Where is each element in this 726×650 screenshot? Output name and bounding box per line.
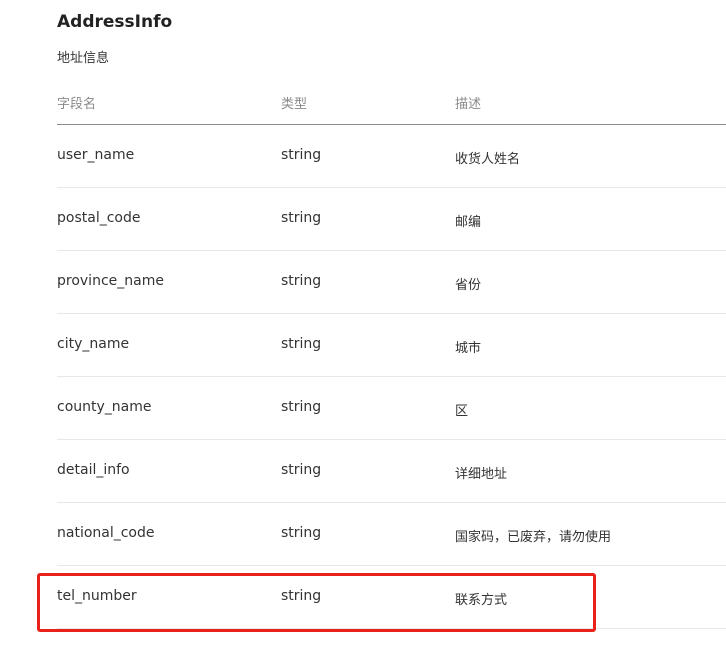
header-field-name: 字段名 (57, 97, 97, 112)
field-type-cell: string (281, 336, 322, 352)
table-header: 字段名 类型 描述 (57, 82, 726, 125)
field-name-cell: province_name (57, 273, 164, 289)
field-desc-cell: 城市 (455, 341, 482, 356)
field-desc-cell: 区 (455, 404, 469, 419)
table-row: postal_code string 邮编 (57, 188, 726, 251)
field-type-cell: string (281, 588, 322, 604)
field-name-cell: county_name (57, 399, 152, 415)
table-row: user_name string 收货人姓名 (57, 125, 726, 188)
fields-table: 字段名 类型 描述 user_name string 收货人姓名 postal_… (57, 82, 726, 629)
header-type: 类型 (281, 97, 308, 112)
table-row: province_name string 省份 (57, 251, 726, 314)
field-type-cell: string (281, 147, 322, 163)
table-row-highlighted: tel_number string 联系方式 (57, 566, 726, 629)
table-row: detail_info string 详细地址 (57, 440, 726, 503)
table-row: national_code string 国家码，已废弃，请勿使用 (57, 503, 726, 566)
field-desc-cell: 联系方式 (455, 593, 508, 608)
field-name-cell: user_name (57, 147, 135, 163)
section-title: AddressInfo (57, 12, 173, 32)
field-type-cell: string (281, 462, 322, 478)
field-name-cell: city_name (57, 336, 130, 352)
field-name-cell: national_code (57, 525, 155, 541)
field-type-cell: string (281, 525, 322, 541)
field-name-cell: postal_code (57, 210, 141, 226)
section-subtitle: 地址信息 (57, 51, 110, 66)
table-row: city_name string 城市 (57, 314, 726, 377)
field-name-cell: tel_number (57, 588, 137, 604)
field-type-cell: string (281, 210, 322, 226)
field-desc-cell: 省份 (455, 278, 482, 293)
field-desc-cell: 国家码，已废弃，请勿使用 (455, 530, 612, 545)
field-type-cell: string (281, 399, 322, 415)
field-name-cell: detail_info (57, 462, 130, 478)
field-desc-cell: 收货人姓名 (455, 152, 521, 167)
field-type-cell: string (281, 273, 322, 289)
table-row: county_name string 区 (57, 377, 726, 440)
field-desc-cell: 邮编 (455, 215, 482, 230)
field-desc-cell: 详细地址 (455, 467, 508, 482)
header-description: 描述 (455, 97, 482, 112)
